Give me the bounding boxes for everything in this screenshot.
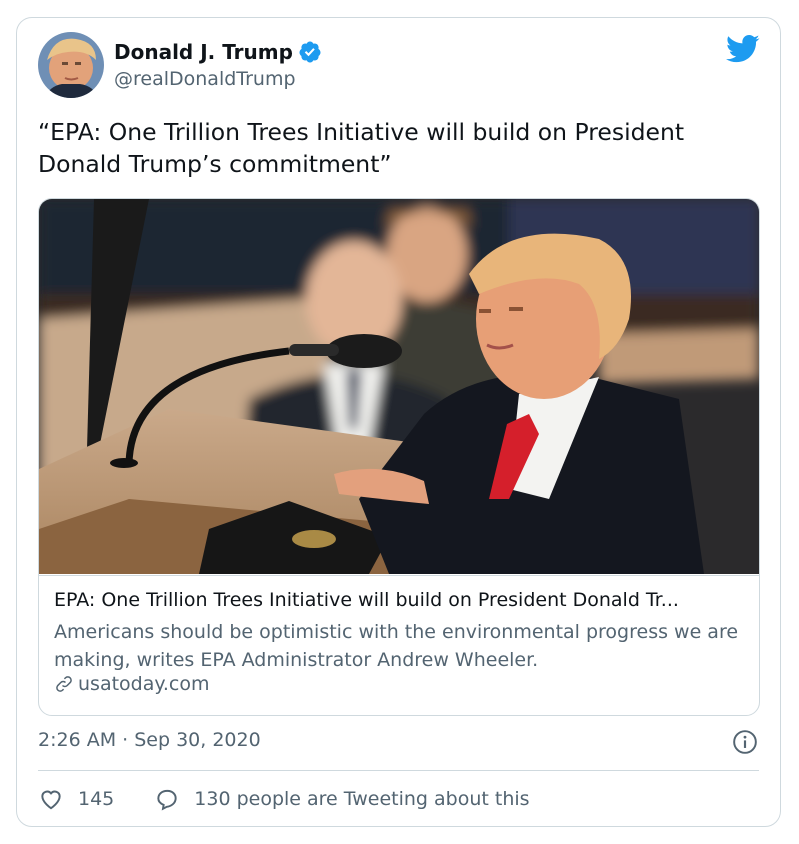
twitter-bird-icon[interactable] bbox=[726, 34, 760, 64]
author-name-text: Donald J. Trump bbox=[114, 40, 293, 64]
reply-text: 130 people are Tweeting about this bbox=[194, 788, 530, 810]
reply-button[interactable]: 130 people are Tweeting about this bbox=[154, 786, 530, 812]
tweet-text: “EPA: One Trillion Trees Initiative will… bbox=[38, 118, 685, 178]
link-domain[interactable]: usatoday.com bbox=[54, 673, 210, 695]
link-preview-card[interactable]: EPA: One Trillion Trees Initiative will … bbox=[38, 198, 760, 716]
reply-bubble-icon bbox=[157, 789, 177, 811]
author-name[interactable]: Donald J. Trump bbox=[114, 40, 322, 64]
link-description: Americans should be optimistic with the … bbox=[54, 621, 739, 671]
link-icon bbox=[56, 676, 72, 692]
author-handle[interactable]: @realDonaldTrump bbox=[114, 68, 296, 90]
link-preview-info[interactable]: EPA: One Trillion Trees Initiative will … bbox=[39, 575, 759, 715]
avatar[interactable] bbox=[38, 32, 104, 98]
divider bbox=[38, 770, 759, 771]
tweet-actions: 145 130 people are Tweeting about this bbox=[38, 786, 530, 812]
info-icon[interactable] bbox=[732, 729, 758, 755]
like-count: 145 bbox=[78, 788, 115, 810]
verified-badge-icon bbox=[299, 41, 321, 63]
link-preview-image[interactable] bbox=[39, 199, 759, 574]
tweet-card[interactable]: Donald J. Trump @realDonaldTrump “EPA: O… bbox=[16, 17, 781, 827]
link-title[interactable]: EPA: One Trillion Trees Initiative will … bbox=[54, 589, 754, 611]
link-domain-text: usatoday.com bbox=[78, 673, 210, 695]
tweet-timestamp[interactable]: 2:26 AM · Sep 30, 2020 bbox=[38, 729, 261, 751]
like-button[interactable]: 145 bbox=[38, 786, 114, 812]
heart-icon bbox=[41, 790, 61, 810]
